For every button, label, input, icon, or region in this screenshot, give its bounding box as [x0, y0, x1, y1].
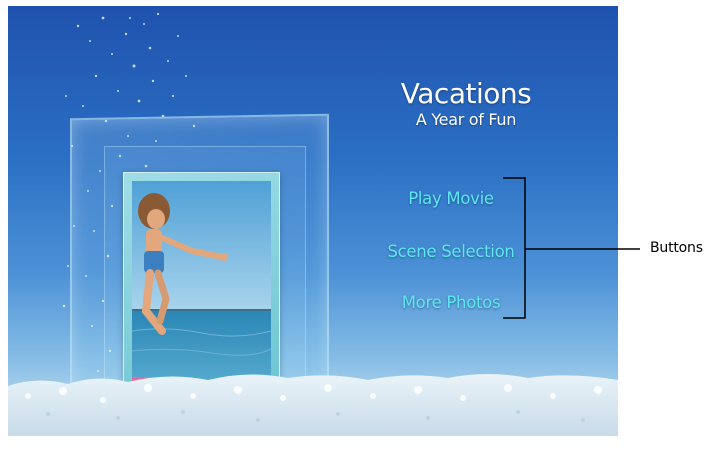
menu-subtitle: A Year of Fun	[415, 110, 517, 129]
more-photos-button[interactable]: More Photos	[351, 293, 551, 312]
scene-selection-button[interactable]: Scene Selection	[351, 242, 551, 261]
title-block: Vacations A Year of Fun	[356, 78, 576, 130]
snow-foreground	[8, 374, 618, 436]
play-movie-button[interactable]: Play Movie	[351, 189, 551, 208]
menu-title: Vacations	[400, 77, 532, 110]
vacation-photo	[132, 181, 271, 391]
callout-label: Buttons	[650, 240, 703, 256]
dvd-menu-screen: Vacations A Year of Fun Play Movie Scene…	[8, 6, 618, 436]
